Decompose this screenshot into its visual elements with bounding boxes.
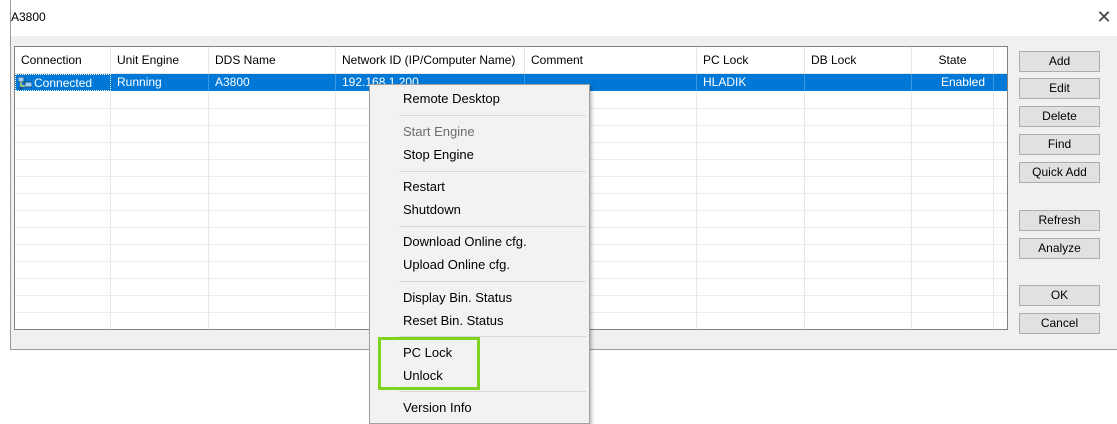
column-header-network-id[interactable]: Network ID (IP/Computer Name) <box>336 47 525 73</box>
cell-connection: Connected <box>15 74 111 91</box>
close-icon[interactable]: ✕ <box>1091 6 1117 30</box>
title-bar: A3800 ✕ <box>11 0 1117 36</box>
menu-item-download-online-cfg[interactable]: Download Online cfg. <box>403 231 527 253</box>
analyze-button[interactable]: Analyze <box>1019 238 1100 259</box>
quick-add-button[interactable]: Quick Add <box>1019 162 1100 183</box>
menu-item-start-engine: Start Engine <box>403 124 475 139</box>
column-header-comment[interactable]: Comment <box>525 47 697 73</box>
menu-separator <box>399 115 586 116</box>
column-header-state[interactable]: State <box>912 47 994 73</box>
context-menu: Remote Desktop Start Engine Stop Engine … <box>369 84 590 424</box>
table-header: Connection Unit Engine DDS Name Network … <box>15 47 1007 74</box>
ok-button[interactable]: OK <box>1019 285 1100 306</box>
refresh-button[interactable]: Refresh <box>1019 210 1100 231</box>
window-title: A3800 <box>11 10 46 24</box>
add-button[interactable]: Add <box>1019 51 1100 72</box>
connection-status: Connected <box>34 76 93 90</box>
find-button[interactable]: Find <box>1019 134 1100 155</box>
menu-item-upload-online-cfg[interactable]: Upload Online cfg. <box>403 254 510 276</box>
column-header-unit-engine[interactable]: Unit Engine <box>111 47 209 73</box>
menu-item-reset-bin-status[interactable]: Reset Bin. Status <box>403 310 503 332</box>
cancel-button[interactable]: Cancel <box>1019 313 1100 334</box>
menu-separator <box>399 391 586 392</box>
menu-item-stop-engine[interactable]: Stop Engine <box>403 144 474 166</box>
menu-item-display-bin-status[interactable]: Display Bin. Status <box>403 287 512 309</box>
edit-button[interactable]: Edit <box>1019 78 1100 99</box>
menu-item-remote-desktop[interactable]: Remote Desktop <box>403 88 500 110</box>
cell-dds-name: A3800 <box>209 74 336 91</box>
cell-db-lock <box>805 74 912 91</box>
menu-item-restart[interactable]: Restart <box>403 176 445 198</box>
cell-pc-lock: HLADIK <box>697 74 805 91</box>
menu-separator <box>399 226 586 227</box>
cell-state: Enabled <box>912 74 994 91</box>
delete-button[interactable]: Delete <box>1019 106 1100 127</box>
column-header-connection[interactable]: Connection <box>15 47 111 73</box>
menu-item-version-info[interactable]: Version Info <box>403 397 472 419</box>
highlight-box <box>378 337 480 390</box>
network-computer-icon <box>18 77 32 89</box>
menu-item-shutdown[interactable]: Shutdown <box>403 199 461 221</box>
column-header-dds-name[interactable]: DDS Name <box>209 47 336 73</box>
menu-separator <box>399 171 586 172</box>
menu-separator <box>399 281 586 282</box>
column-header-pc-lock[interactable]: PC Lock <box>697 47 805 73</box>
cell-unit-engine: Running <box>111 74 209 91</box>
column-header-db-lock[interactable]: DB Lock <box>805 47 912 73</box>
